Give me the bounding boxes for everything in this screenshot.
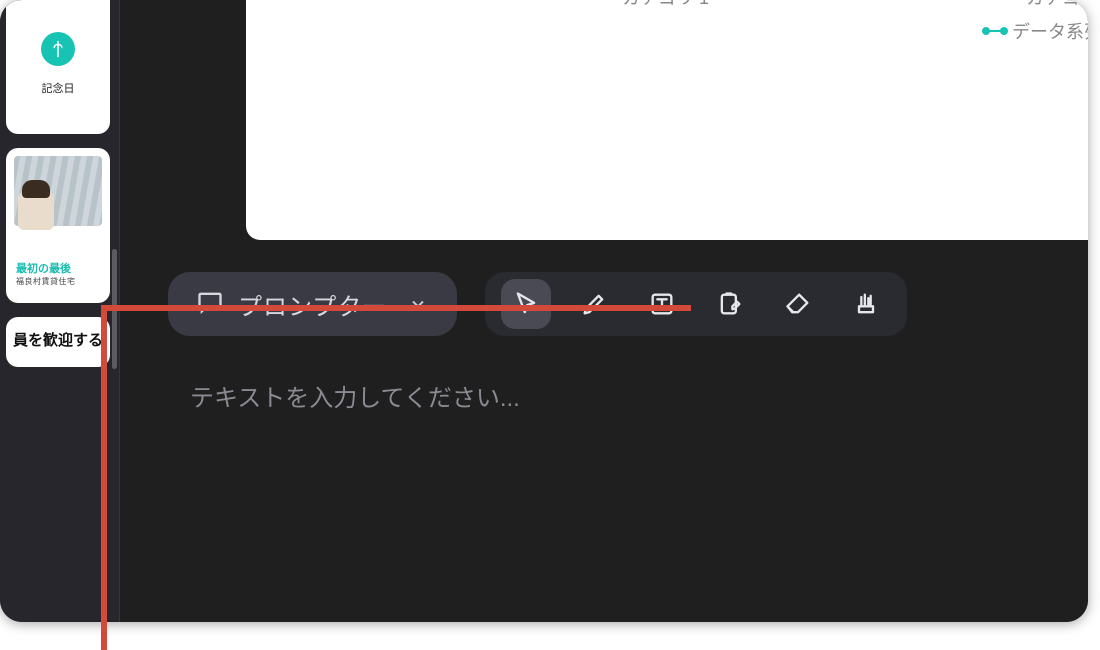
prompter-tab[interactable]: プロンプター [168, 272, 457, 336]
pencil-tool[interactable] [569, 279, 619, 329]
slide-thumbnail-3[interactable]: 員を歓迎する [6, 317, 110, 367]
annotation-tool-row [485, 272, 907, 336]
slide-2-subtitle: 福良村賃貸住宅 [16, 276, 76, 287]
legend-series-label: データ系列 [1012, 18, 1088, 44]
annotation-line-horizontal [101, 305, 691, 311]
prompter-tab-label: プロンプター [238, 287, 387, 322]
panel-toolbar: プロンプター [168, 272, 1068, 336]
clipboard-edit-tool[interactable] [705, 279, 755, 329]
chevron-down-icon[interactable] [407, 293, 429, 315]
anniversary-icon [41, 32, 75, 66]
chat-bubble-icon [196, 288, 224, 321]
slide-3-label: 員を歓迎する [6, 329, 110, 350]
legend-series-line-icon [984, 30, 1006, 32]
slide-thumbnail-1[interactable]: 記念日 [6, 0, 110, 134]
slide-2-avatar [18, 190, 54, 230]
eraser-tool[interactable] [773, 279, 823, 329]
slide-thumbnail-2[interactable]: 最初の最後 福良村賃貸住宅 [6, 148, 110, 303]
chart-category-2-label: カテゴ！ [1026, 0, 1088, 10]
slide-2-title: 最初の最後 [16, 260, 71, 276]
slide-canvas[interactable]: カテゴリ 1 カテゴ！ データ系列 [246, 0, 1088, 240]
slide-1-label: 記念日 [6, 80, 110, 96]
prompter-panel: プロンプター [148, 258, 1088, 622]
brush-tool[interactable] [841, 279, 891, 329]
app-frame: 記念日 最初の最後 福良村賃貸住宅 員を歓迎する カテゴリ 1 カテゴ！ データ… [0, 0, 1088, 622]
annotation-line-vertical [101, 305, 107, 650]
chart-category-1-label: カテゴリ 1 [622, 0, 709, 10]
chart-legend: データ系列 [984, 18, 1088, 44]
prompter-placeholder: テキストを入力してください... [190, 378, 520, 413]
prompter-textarea[interactable]: テキストを入力してください... [168, 358, 1068, 600]
text-tool[interactable] [637, 279, 687, 329]
cursor-tool[interactable] [501, 279, 551, 329]
